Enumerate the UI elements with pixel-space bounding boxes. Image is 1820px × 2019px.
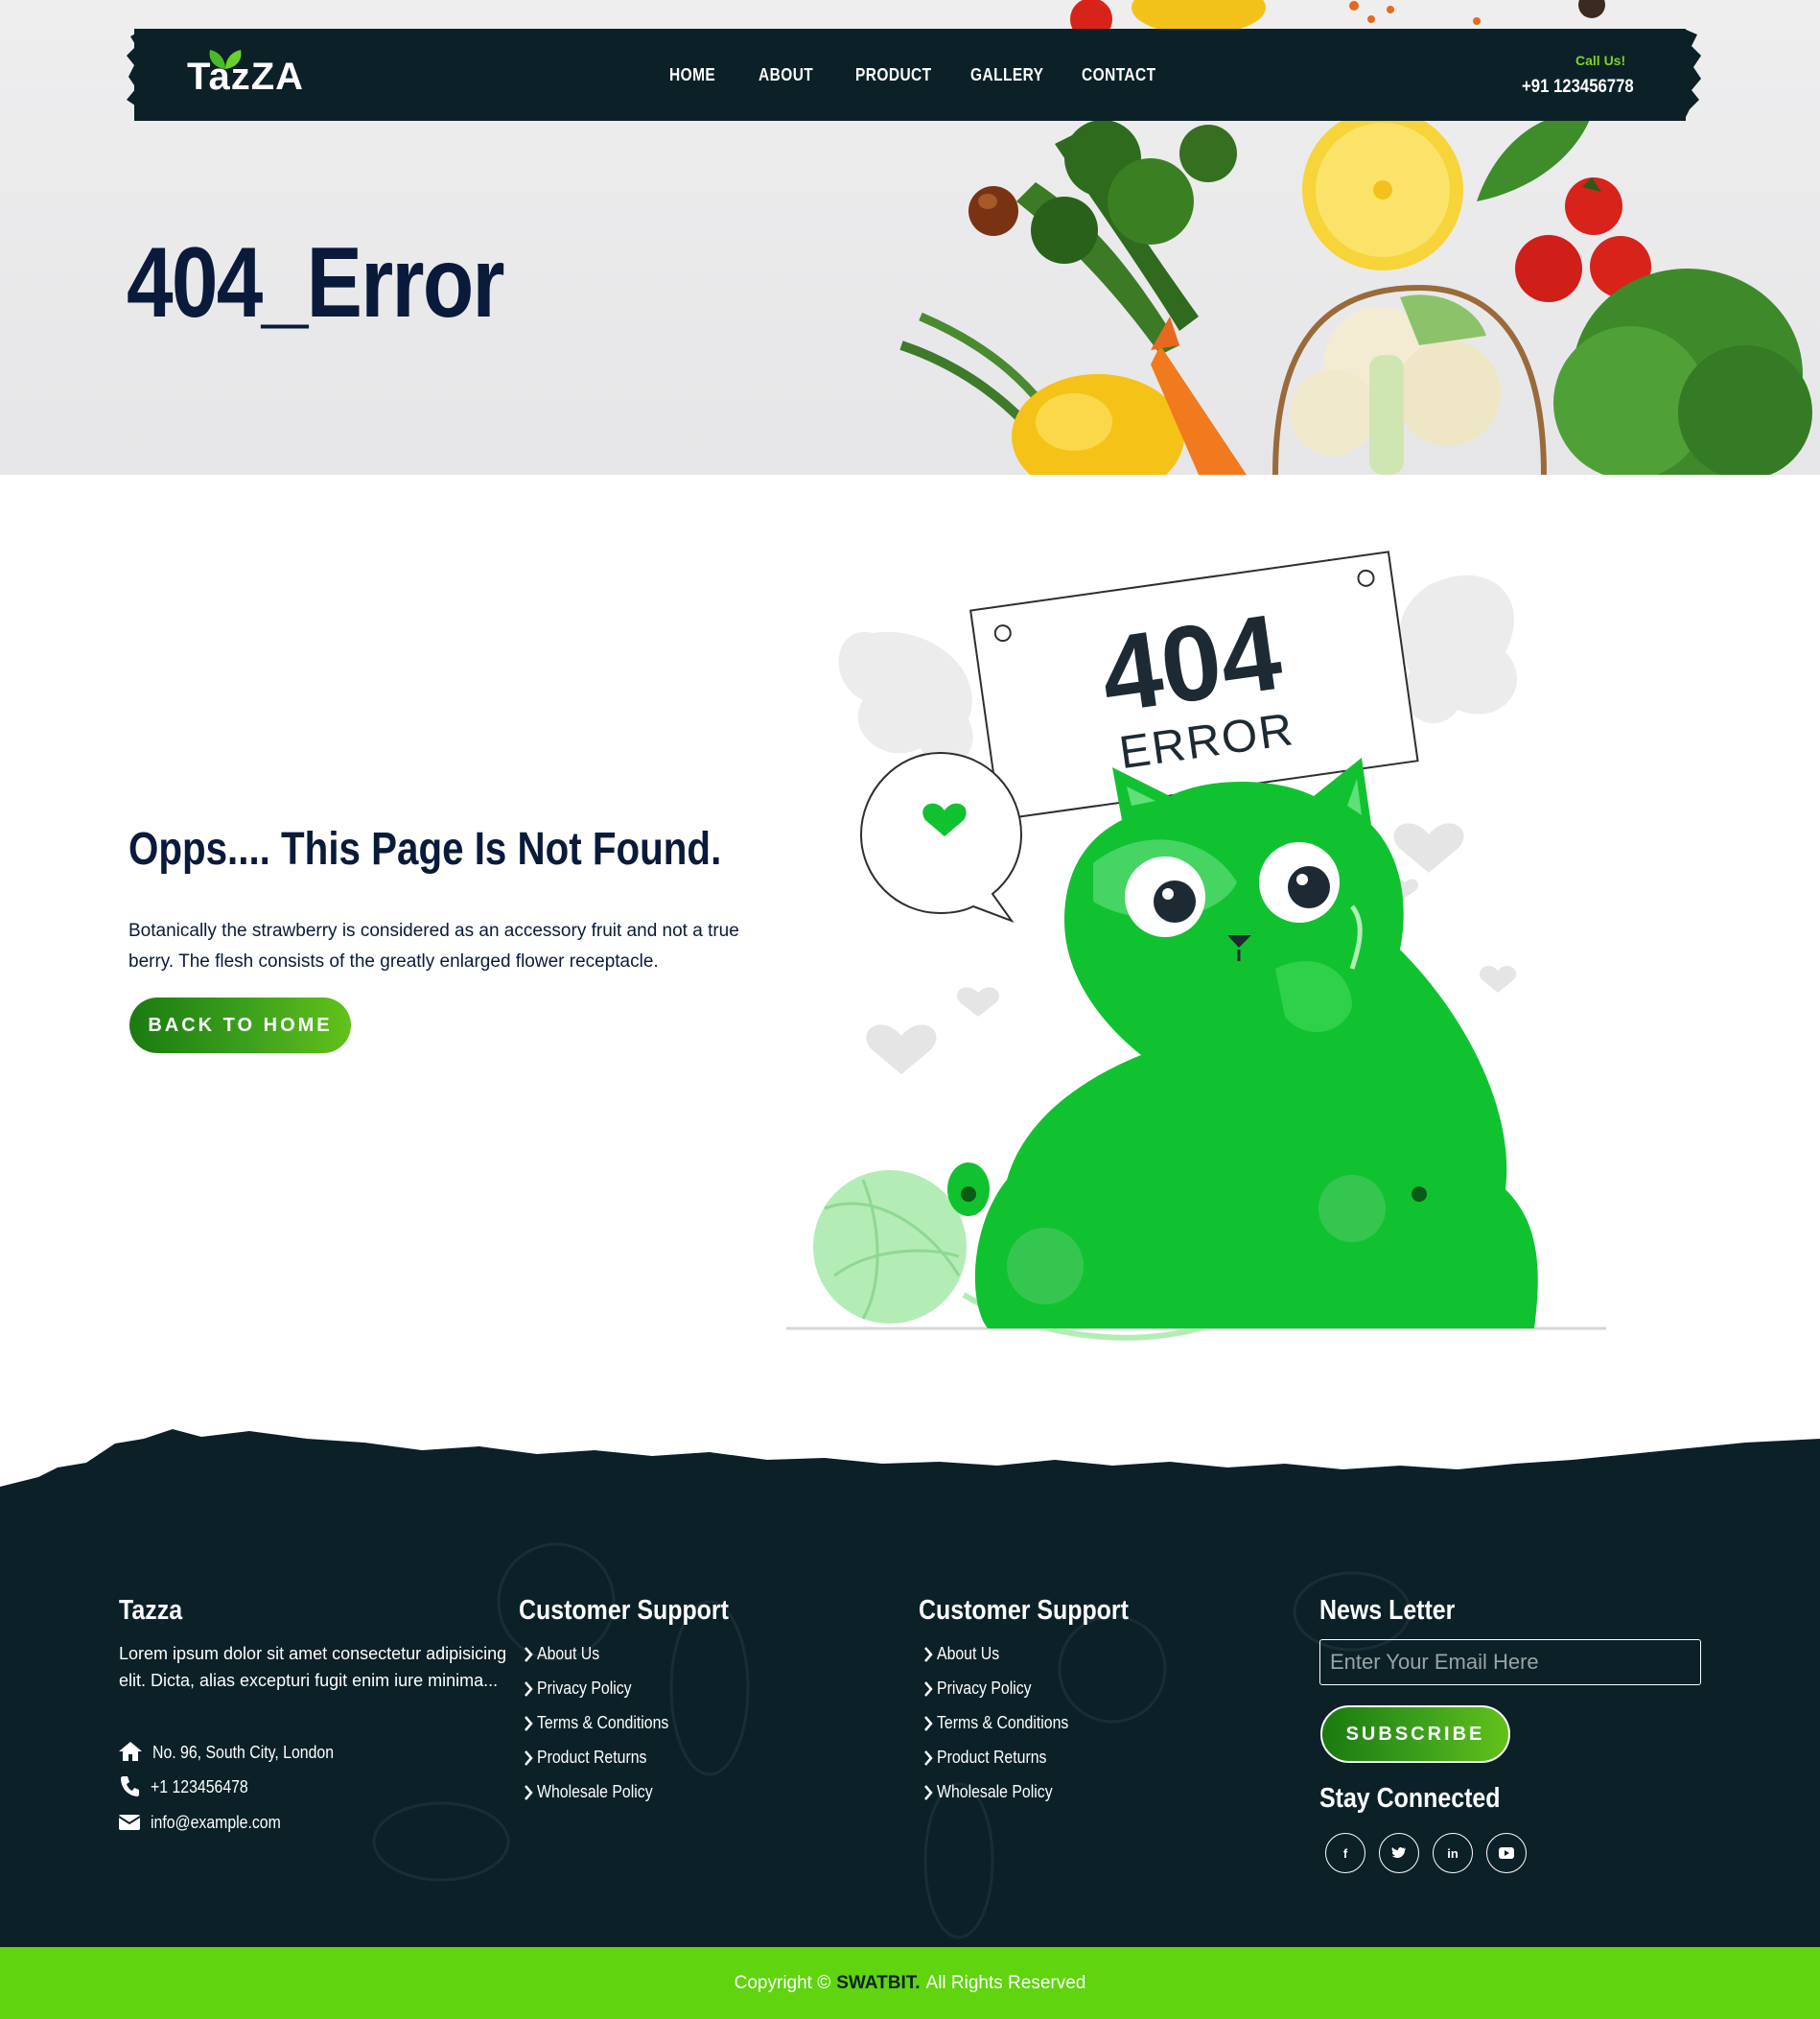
chevron-right-icon xyxy=(525,1716,533,1731)
call-number[interactable]: +91 123456778 xyxy=(1522,77,1634,98)
nav-edge-right xyxy=(1684,29,1701,121)
chevron-right-icon xyxy=(924,1716,933,1731)
footer-col2-link-about[interactable]: About Us xyxy=(537,1644,599,1664)
chevron-right-icon xyxy=(924,1681,933,1697)
nav-home[interactable]: HOME xyxy=(669,65,715,85)
youtube-button[interactable] xyxy=(1486,1833,1527,1873)
footer-col3-link-terms[interactable]: Terms & Conditions xyxy=(937,1713,1068,1733)
stay-connected-title: Stay Connected xyxy=(1319,1783,1501,1814)
footer-col3-link-privacy[interactable]: Privacy Policy xyxy=(937,1679,1032,1699)
footer-col3-link-about[interactable]: About Us xyxy=(937,1644,999,1664)
footer-col2-link-privacy[interactable]: Privacy Policy xyxy=(537,1679,632,1699)
copyright-bar: Copyright © SWATBIT. All Rights Reserved xyxy=(0,1947,1820,2019)
footer-about-text: Lorem ipsum dolor sit amet consectetur a… xyxy=(119,1644,507,1690)
page-title: 404_Error xyxy=(127,227,505,339)
newsletter-title: News Letter xyxy=(1319,1595,1456,1626)
chevron-right-icon xyxy=(525,1681,533,1697)
footer-col2-link-terms[interactable]: Terms & Conditions xyxy=(537,1713,668,1733)
home-icon xyxy=(119,1742,142,1761)
youtube-icon xyxy=(1499,1847,1514,1859)
footer-col3-link-returns[interactable]: Product Returns xyxy=(937,1748,1046,1768)
copyright-prefix: Copyright © xyxy=(734,1972,831,1993)
nav-about[interactable]: ABOUT xyxy=(758,65,813,85)
hero-banner: TazZA HOME ABOUT PRODUCT GALLERY CONTACT… xyxy=(0,0,1820,475)
envelope-icon xyxy=(119,1815,140,1830)
chevron-right-icon xyxy=(525,1750,533,1766)
back-to-home-button[interactable]: BACK TO HOME xyxy=(129,998,351,1053)
chevron-right-icon xyxy=(525,1647,533,1662)
footer-col3-link-wholesale[interactable]: Wholesale Policy xyxy=(937,1782,1053,1802)
footer-col2-link-wholesale[interactable]: Wholesale Policy xyxy=(537,1782,653,1802)
footer-phone[interactable]: +1 123456478 xyxy=(151,1777,248,1797)
not-found-heading: Opps.... This Page Is Not Found. xyxy=(128,824,722,875)
nav-gallery[interactable]: GALLERY xyxy=(970,65,1043,85)
subscribe-button[interactable]: SUBSCRIBE xyxy=(1320,1705,1510,1763)
chevron-right-icon xyxy=(924,1750,933,1766)
call-label: Call Us! xyxy=(1575,53,1626,68)
copyright-suffix: All Rights Reserved xyxy=(925,1972,1086,1993)
chevron-right-icon xyxy=(525,1785,533,1800)
linkedin-icon: in xyxy=(1447,1845,1458,1861)
cat-404-illustration: 404 ERROR xyxy=(786,551,1606,1341)
nav-contact[interactable]: CONTACT xyxy=(1082,65,1156,85)
linkedin-button[interactable]: in xyxy=(1433,1833,1473,1873)
not-found-text: Botanically the strawberry is considered… xyxy=(128,921,739,972)
footer-about-title: Tazza xyxy=(119,1595,183,1626)
twitter-button[interactable] xyxy=(1379,1833,1419,1873)
footer-col2-title: Customer Support xyxy=(519,1595,729,1626)
footer-email[interactable]: info@example.com xyxy=(151,1813,281,1833)
copyright-brand[interactable]: SWATBIT. xyxy=(836,1973,920,1994)
footer-veggie-pattern xyxy=(372,1542,1412,1939)
facebook-button[interactable]: f xyxy=(1325,1833,1365,1873)
chevron-right-icon xyxy=(924,1647,933,1662)
facebook-icon: f xyxy=(1342,1845,1348,1861)
newsletter-email-input[interactable] xyxy=(1319,1639,1701,1685)
nav-product[interactable]: PRODUCT xyxy=(855,65,932,85)
footer-address: No. 96, South City, London xyxy=(152,1743,335,1762)
footer-col3-title: Customer Support xyxy=(919,1595,1129,1626)
footer-col2-link-returns[interactable]: Product Returns xyxy=(537,1748,646,1768)
phone-icon xyxy=(121,1776,139,1796)
chevron-right-icon xyxy=(924,1785,933,1800)
twitter-icon xyxy=(1391,1846,1406,1858)
